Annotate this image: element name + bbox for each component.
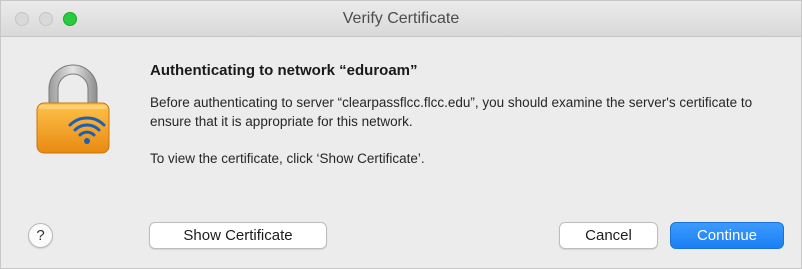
title-bar[interactable]: Verify Certificate [1, 1, 801, 37]
help-button[interactable]: ? [28, 223, 53, 248]
dialog-heading: Authenticating to network “eduroam” [150, 62, 418, 79]
window-title: Verify Certificate [342, 10, 460, 27]
show-certificate-button[interactable]: Show Certificate [149, 222, 327, 249]
cancel-button[interactable]: Cancel [559, 222, 658, 249]
lock-wifi-icon [36, 64, 110, 154]
dialog-hint: To view the certificate, click ‘Show Cer… [150, 151, 425, 166]
dialog-message: Before authenticating to server “clearpa… [150, 95, 753, 129]
verify-certificate-window: Verify Certificate Authenticating to net… [0, 0, 802, 269]
continue-button[interactable]: Continue [670, 222, 784, 249]
